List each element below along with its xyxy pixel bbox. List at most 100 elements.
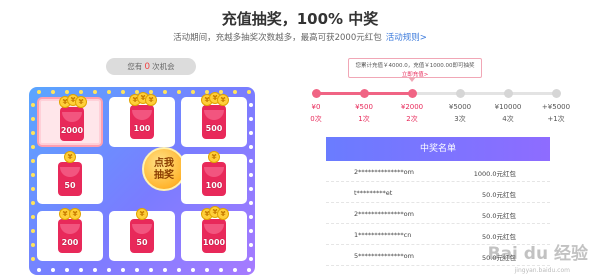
red-envelope-icon [130, 219, 154, 253]
light-dot [31, 215, 35, 219]
light-dot [249, 159, 253, 163]
chances-count: 0 [144, 62, 151, 72]
step-amount: +¥5000 [541, 103, 571, 111]
progress-node [455, 89, 465, 98]
step-amount: ¥10000 [494, 103, 522, 111]
light-dot [149, 90, 153, 94]
prize-cell-8: ¥ ¥ ¥ 1000 [181, 206, 247, 261]
progress-node [551, 89, 561, 98]
coin-icon: ¥ [136, 208, 148, 220]
red-envelope-icon [60, 107, 84, 141]
prize-cell-4: ¥ 50 [37, 151, 103, 204]
prize-value: 2000 [60, 126, 84, 135]
light-dot [37, 268, 41, 272]
prize-cell-7: ¥ 50 [109, 208, 175, 261]
light-dot [191, 268, 195, 272]
draw-button[interactable]: 点我 抽奖 [142, 147, 186, 191]
light-dot [31, 173, 35, 177]
light-dot [79, 268, 83, 272]
red-envelope-icon [202, 219, 226, 253]
winner-name: 5**************om [354, 252, 414, 260]
rules-link[interactable]: 活动规则> [386, 33, 427, 43]
light-dot [177, 268, 181, 272]
light-dot [249, 229, 253, 233]
light-dot [31, 159, 35, 163]
recharge-tip-text: 您累计充值￥4000.0，充值￥1000.00即可抽奖 [355, 63, 475, 69]
prize-cell-1: ¥ ¥ ¥ 2000 [37, 94, 103, 147]
light-dot [249, 187, 253, 191]
winner-name: 1**************cn [354, 231, 412, 239]
red-envelope-icon [202, 162, 226, 196]
prize-cell-6: ¥ ¥ 200 [37, 208, 103, 261]
light-dot [219, 268, 223, 272]
light-dot [79, 90, 83, 94]
lottery-board: ¥ ¥ ¥ 2000 ¥ ¥ ¥ 100 ¥ ¥ ¥ 500 ¥ 50 点我 抽… [29, 87, 255, 275]
light-dot [121, 268, 125, 272]
light-dot [31, 243, 35, 247]
light-dot [191, 90, 195, 94]
prize-value: 50 [136, 238, 148, 247]
coin-icon: ¥ [145, 94, 157, 106]
recharge-tip: 您累计充值￥4000.0，充值￥1000.00即可抽奖 立即充值> [348, 58, 482, 78]
light-dot [249, 131, 253, 135]
light-dot [31, 257, 35, 261]
winner-name: 2**************om [354, 168, 414, 176]
chances-badge: 您有 0 次机会 [106, 58, 196, 75]
step-amount: ¥0 [311, 103, 321, 111]
light-dot [249, 173, 253, 177]
prize-value: 1000 [202, 238, 226, 247]
light-dot [249, 243, 253, 247]
winner-name: t*********et [354, 189, 393, 197]
coin-icon: ¥ [208, 151, 220, 163]
light-dot [135, 268, 139, 272]
light-dot [177, 90, 181, 94]
winner-prize: 50.0元红包 [482, 191, 516, 199]
light-dot [31, 145, 35, 149]
draw-label-line2: 抽奖 [154, 170, 174, 181]
step-times: 2次 [406, 115, 418, 123]
light-dot [31, 229, 35, 233]
winner-prize: 50.0元红包 [482, 212, 516, 220]
prize-cell-5: ¥ 100 [181, 151, 247, 204]
prize-value: 200 [61, 238, 79, 247]
winner-row: 2**************om 50.0元红包 [326, 203, 550, 224]
tip-arrow-icon [408, 77, 416, 82]
draw-label-line1: 点我 [154, 158, 174, 169]
progress-node [503, 89, 513, 98]
coin-icon: ¥ [217, 208, 229, 220]
step-times: 4次 [502, 115, 514, 123]
red-envelope-icon [58, 219, 82, 253]
step-times: 3次 [454, 115, 466, 123]
light-dot [247, 90, 251, 94]
prize-value: 100 [133, 124, 151, 133]
winner-row: t*********et 50.0元红包 [326, 182, 550, 203]
winner-prize: 1000.0元红包 [473, 170, 516, 178]
light-dot [31, 117, 35, 121]
light-dot [249, 201, 253, 205]
watermark-logo: Bai du 经验 [487, 244, 588, 264]
light-dot [31, 201, 35, 205]
light-dot [93, 268, 97, 272]
prize-cell-2: ¥ ¥ ¥ 100 [109, 92, 175, 147]
winners-title: 中奖名单 [326, 137, 550, 161]
light-dot [205, 90, 209, 94]
light-dot [249, 215, 253, 219]
light-dot [249, 145, 253, 149]
light-dot [31, 103, 35, 107]
coin-icon: ¥ [75, 96, 87, 108]
coin-icon: ¥ [64, 151, 76, 163]
coin-icon: ¥ [217, 94, 229, 106]
light-dot [37, 90, 41, 94]
chances-prefix: 您有 [127, 62, 143, 71]
light-dot [233, 268, 237, 272]
light-dot [163, 90, 167, 94]
light-dot [149, 268, 153, 272]
prize-value: 100 [205, 181, 223, 190]
light-dot [219, 90, 223, 94]
winner-name: 2**************om [354, 210, 414, 218]
light-dot [205, 268, 209, 272]
page-title: 充值抽奖，100% 中奖 [221, 10, 379, 28]
light-dot [65, 268, 69, 272]
prize-cell-3: ¥ ¥ ¥ 500 [181, 92, 247, 147]
progress-node [359, 89, 369, 98]
